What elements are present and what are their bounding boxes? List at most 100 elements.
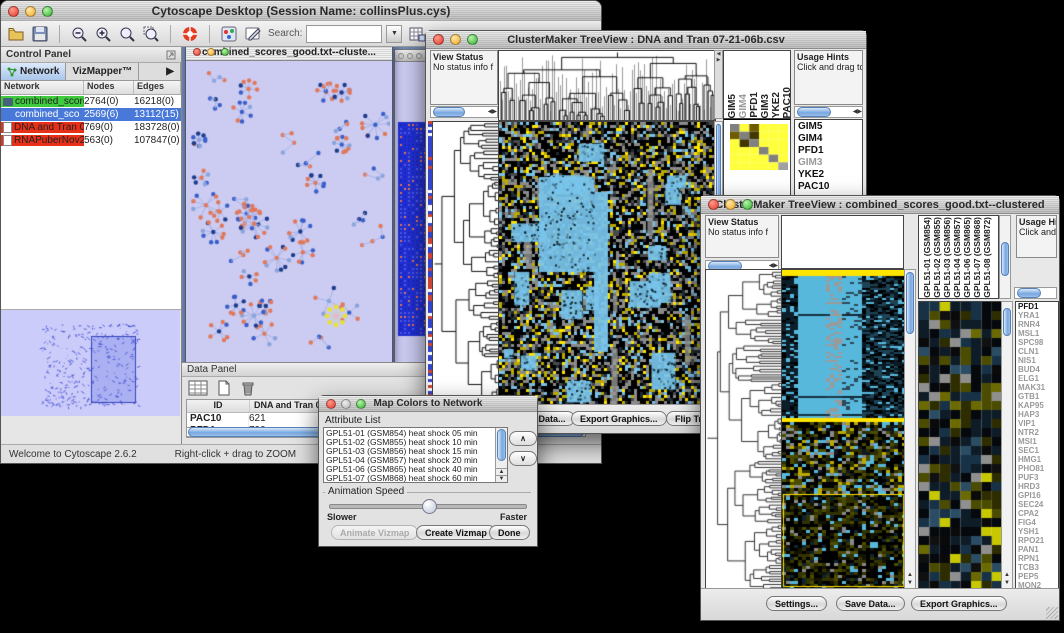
attribute-list-scrollbar[interactable]: ▲ ▼ [495,428,507,482]
close-button[interactable] [433,34,444,45]
resize-grip[interactable] [1046,607,1058,619]
gene-label[interactable]: MSI1 [1018,437,1058,446]
column-dendrogram[interactable] [498,50,716,121]
zoom-window-button[interactable] [742,199,753,210]
gene-label[interactable]: GPI16 [1018,491,1058,500]
scrollbar-thumb[interactable] [433,107,465,117]
vscrollbar-thumb[interactable] [906,272,914,334]
scroll-up-icon[interactable]: ▲ [1002,572,1012,578]
annotation-icon[interactable] [244,25,262,43]
settings-button[interactable]: Settings... [766,596,827,611]
gene-label[interactable]: RPN1 [1018,554,1058,563]
gene-label[interactable]: NTR2 [1018,428,1058,437]
zoom-window-button[interactable] [416,53,422,59]
import-table-icon[interactable] [408,25,426,43]
move-up-button[interactable]: ∧ [509,431,537,446]
gene-label[interactable]: BUD4 [1018,365,1058,374]
vscrollbar-thumb[interactable] [1001,242,1009,276]
gene-label[interactable]: SEC1 [1018,446,1058,455]
gene-label[interactable]: HMG1 [1018,455,1058,464]
usage-hints-scrollbar[interactable] [1014,287,1057,299]
save-icon[interactable] [31,25,49,43]
network-table-row[interactable]: combined_sco2569(6)13112(15) [1,108,181,121]
treeview1-titlebar[interactable]: ClusterMaker TreeView : DNA and Tran 07-… [426,31,866,49]
gene-label[interactable]: CLN1 [1018,347,1058,356]
scroll-down-icon[interactable]: ▼ [905,580,915,586]
animate-vizmap-button[interactable]: Animate Vizmap [331,525,418,540]
scroll-down-icon[interactable]: ▼ [496,475,507,482]
zoom-window-button[interactable] [467,34,478,45]
gene-label[interactable]: SEC24 [1018,500,1058,509]
gene-label[interactable]: RPO21 [1018,536,1058,545]
zoom-window-button[interactable] [42,6,53,17]
gene-label[interactable]: YKE2 [798,169,862,181]
scroll-up-icon[interactable]: ▲ [905,572,915,578]
scroll-right-icon[interactable]: ▶ [857,109,862,115]
help-lifesaver-icon[interactable] [181,25,199,43]
tab-vizmapper[interactable]: VizMapper™ [66,63,139,80]
gene-label[interactable]: HRD3 [1018,482,1058,491]
search-input[interactable] [306,25,382,43]
close-button[interactable] [708,199,719,210]
column-tree-area[interactable] [781,215,904,269]
network-table-row[interactable]: RNAPuberNov2+563(0)107847(0) [1,134,181,147]
gene-label[interactable]: RNR4 [1018,320,1058,329]
close-button[interactable] [398,53,404,59]
view-status-scrollbar[interactable]: ◀ ▶ [430,106,498,118]
expression-heatmap[interactable] [498,121,716,407]
gene-label[interactable]: GTB1 [1018,392,1058,401]
close-button[interactable] [8,6,19,17]
treeview2-titlebar[interactable]: ClusterMaker TreeView : combined_scores_… [701,196,1059,214]
gene-label[interactable]: YRA1 [1018,311,1058,320]
close-button[interactable] [326,399,336,409]
close-button[interactable] [193,48,201,56]
minimize-button[interactable] [450,34,461,45]
zoom-vscrollbar[interactable]: ▲ ▼ [1001,301,1013,589]
done-button[interactable]: Done [489,525,530,540]
row-dendrogram[interactable] [432,121,500,407]
minimize-button[interactable] [207,48,215,56]
attribute-table-icon[interactable] [188,380,208,396]
gene-label[interactable]: VIP1 [1018,419,1058,428]
minimize-button[interactable] [341,399,351,409]
slider-thumb[interactable] [422,499,437,514]
zoom-window-button[interactable] [356,399,366,409]
gene-label[interactable]: PFD1 [1018,302,1058,311]
global-heatmap[interactable] [781,269,906,591]
delete-attribute-icon[interactable] [240,380,256,396]
export-graphics-button[interactable]: Export Graphics... [911,596,1007,611]
gene-label[interactable]: PAN1 [1018,545,1058,554]
new-attribute-icon[interactable] [216,380,232,396]
animation-speed-slider[interactable] [329,504,527,509]
zoom-heatmap[interactable] [918,301,1003,591]
minimize-button[interactable] [725,199,736,210]
dendrogram-scroll-strip[interactable]: ◀▶ [714,50,723,119]
vscrollbar-thumb[interactable] [1003,308,1011,336]
labels-vscrollbar[interactable] [999,215,1011,299]
move-down-button[interactable]: ∨ [509,451,537,466]
network-frame-titlebar[interactable]: combined_scores_good.txt--cluste... [186,47,392,61]
attribute-listbox[interactable]: GPL51-01 (GSM854) heat shock 05 minGPL51… [323,427,508,483]
zoom-in-icon[interactable] [94,25,112,43]
scroll-right-icon[interactable]: ▶ [492,109,497,115]
usage-hints-scrollbar[interactable]: ◀ ▶ [794,106,863,118]
minimize-button[interactable] [25,6,36,17]
zoom-selected-icon[interactable] [142,25,160,43]
gene-label[interactable]: GIM3 [798,157,862,169]
open-file-icon[interactable] [7,25,25,43]
tab-overflow-arrow[interactable]: ▶ [139,63,181,80]
attribute-item[interactable]: GPL51-07 (GSM868) heat shock 60 min [326,474,505,483]
gene-label[interactable]: FIG4 [1018,518,1058,527]
main-window-titlebar[interactable]: Cytoscape Desktop (Session Name: collins… [1,1,601,22]
zoom-out-icon[interactable] [70,25,88,43]
zoom-fit-icon[interactable] [118,25,136,43]
search-dropdown-arrow[interactable]: ▼ [386,25,402,43]
dialog-titlebar[interactable]: Map Colors to Network [319,396,537,412]
global-vscrollbar[interactable]: ▲ ▼ [904,269,916,589]
network-table-row[interactable]: combined_scores2764(0)16218(0) [1,95,181,108]
gene-label[interactable]: PEP5 [1018,572,1058,581]
gene-label[interactable]: PFD1 [798,145,862,157]
vscrollbar-thumb[interactable] [497,429,506,461]
tab-network[interactable]: Network [1,63,66,80]
network-list-blank-area[interactable] [1,147,181,310]
